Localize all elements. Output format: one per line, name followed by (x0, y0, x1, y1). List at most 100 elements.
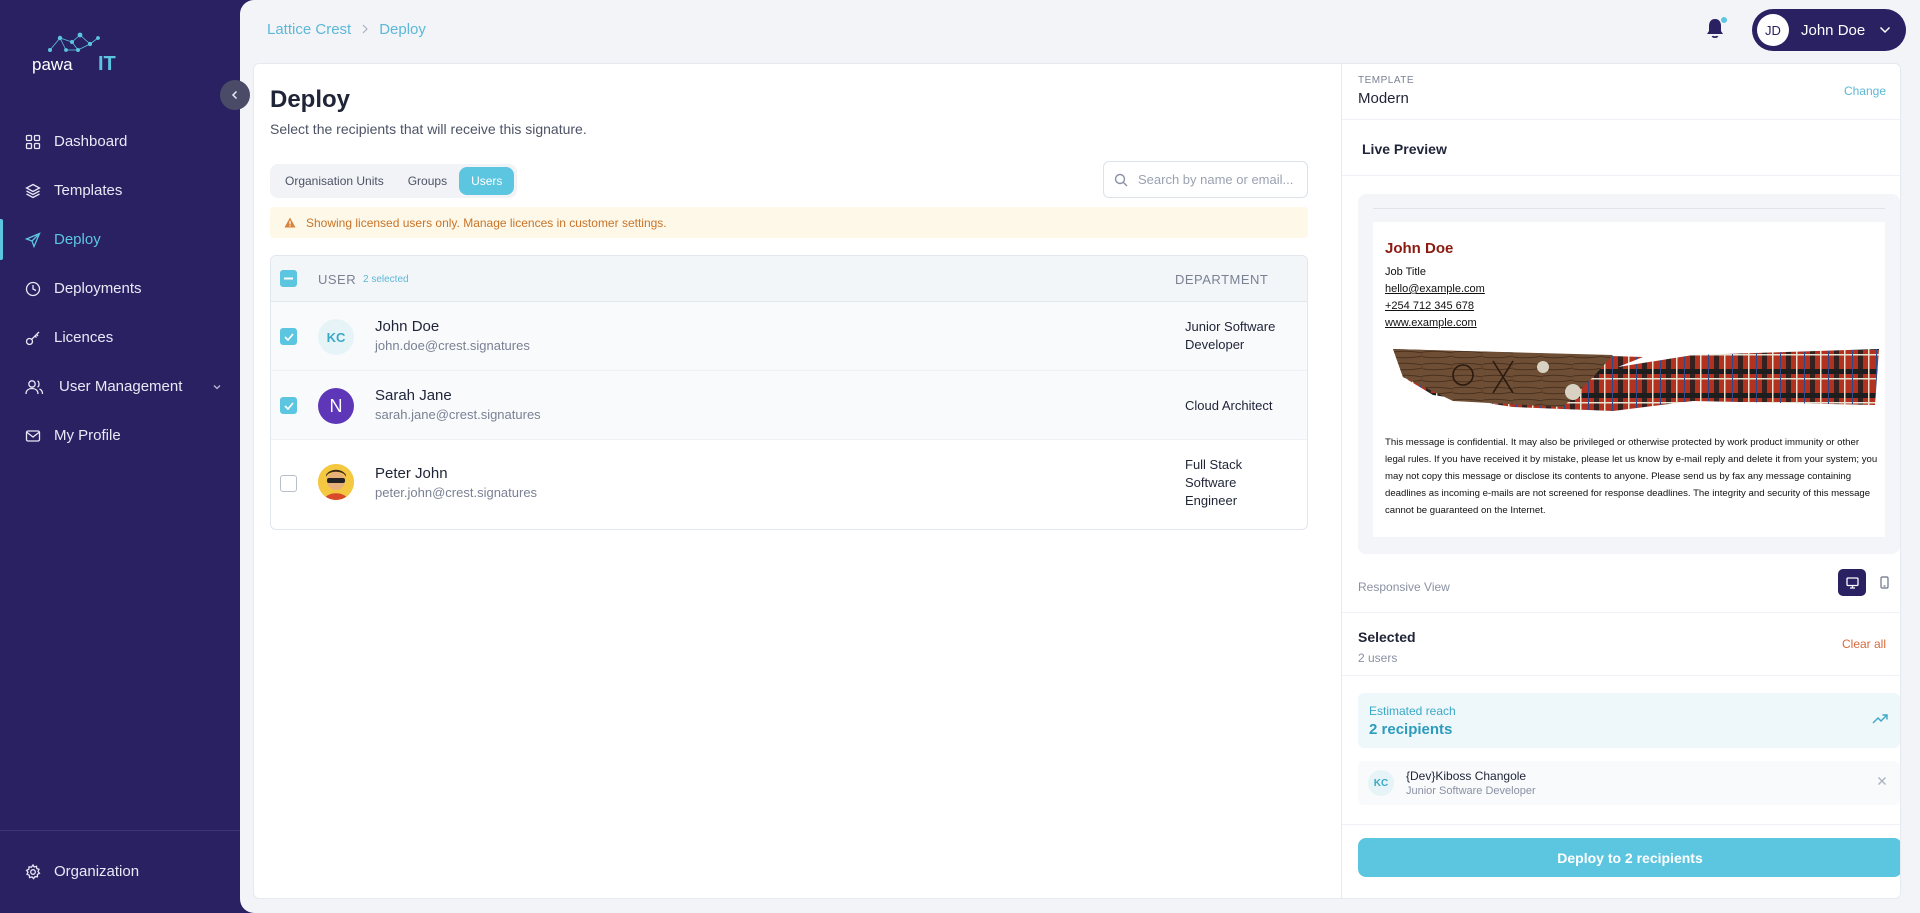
alert-text: Showing licensed users only. Manage lice… (306, 215, 667, 230)
sidebar-item-dashboard[interactable]: Dashboard (0, 117, 240, 166)
chevron-down-icon (1878, 23, 1892, 42)
sidebar-item-deployments[interactable]: Deployments (0, 264, 240, 313)
user-email: john.doe@crest.signatures (375, 338, 530, 353)
search-box (1103, 161, 1308, 198)
row-checkbox[interactable] (280, 397, 297, 414)
avatar (318, 464, 354, 500)
row-checkbox[interactable] (280, 475, 297, 492)
close-icon[interactable] (1876, 775, 1888, 787)
table-header: USER 2 selected DEPARTMENT (271, 256, 1307, 302)
tab-organisation-units[interactable]: Organisation Units (273, 167, 396, 195)
chevron-down-icon (212, 379, 222, 396)
divider (1373, 208, 1885, 209)
deploy-button[interactable]: Deploy to 2 recipients (1358, 838, 1900, 877)
selected-header: Selected 2 users Clear all (1342, 612, 1900, 676)
check-icon (283, 401, 294, 410)
recipient-role: Junior Software Developer (1406, 785, 1536, 797)
users-table: USER 2 selected DEPARTMENT KC John Doe j… (270, 255, 1308, 530)
recipient-name: {Dev}Kiboss Changole (1406, 769, 1527, 783)
sidebar-item-label: Templates (54, 182, 123, 199)
selected-users-count: 2 users (1358, 651, 1398, 665)
pawait-logo[interactable]: pawa IT (30, 30, 130, 75)
signature-name: John Doe (1385, 240, 1454, 257)
user-department: Full Stack Software Engineer (1185, 457, 1243, 508)
table-row[interactable]: Peter John peter.john@crest.signatures F… (271, 440, 1307, 527)
check-icon (283, 332, 294, 341)
user-department: Junior Software Developer (1185, 319, 1276, 352)
signature-preview-frame: John Doe Job Title hello@example.com +25… (1358, 194, 1900, 554)
user-department: Cloud Architect (1185, 398, 1273, 413)
mail-icon (24, 427, 42, 445)
column-header-department[interactable]: DEPARTMENT (1175, 272, 1268, 287)
avatar: KC (1368, 770, 1394, 796)
chevron-right-icon (361, 21, 369, 38)
column-header-user[interactable]: USER (318, 272, 356, 287)
sidebar-item-user-management[interactable]: User Management (0, 362, 240, 411)
user-name: Sarah Jane (375, 387, 452, 404)
breadcrumb-item-organization[interactable]: Lattice Crest (267, 21, 351, 38)
monitor-icon (1845, 576, 1859, 589)
user-name: John Doe (1801, 21, 1866, 39)
search-icon (1114, 173, 1128, 186)
users-icon (24, 378, 44, 396)
mobile-view-button[interactable] (1870, 569, 1898, 596)
collapse-sidebar-button[interactable] (220, 80, 250, 110)
preview-panel: TEMPLATE Modern Change Live Preview John… (1342, 64, 1900, 898)
selected-title: Selected (1358, 629, 1416, 645)
signature-phone-link[interactable]: +254 712 345 678 (1385, 300, 1474, 312)
avatar: N (318, 388, 354, 424)
live-preview-header: Live Preview (1342, 119, 1900, 176)
table-row[interactable]: KC John Doe john.doe@crest.signatures Ju… (271, 302, 1307, 371)
sidebar-item-organization[interactable]: Organization (0, 847, 240, 896)
phone-icon (1879, 576, 1889, 589)
avatar: JD (1757, 14, 1789, 46)
breadcrumb: Lattice Crest Deploy (267, 21, 426, 38)
tab-groups[interactable]: Groups (396, 167, 459, 195)
sidebar-item-label: Deployments (54, 280, 142, 297)
sidebar-item-label: Licences (54, 329, 114, 346)
table-row[interactable]: N Sarah Jane sarah.jane@crest.signatures… (271, 371, 1307, 440)
key-icon (24, 329, 42, 347)
signature-email-link[interactable]: hello@example.com (1385, 283, 1485, 295)
sidebar-item-deploy[interactable]: Deploy (0, 215, 240, 264)
svg-text:pawa: pawa (32, 55, 73, 74)
signature-website-link[interactable]: www.example.com (1385, 317, 1477, 329)
live-preview-title: Live Preview (1362, 141, 1447, 157)
change-template-link[interactable]: Change (1844, 84, 1886, 98)
sidebar: pawa IT Dashboard Templates Deploy Deplo… (0, 0, 250, 913)
sidebar-item-templates[interactable]: Templates (0, 166, 240, 215)
selected-count-badge: 2 selected (363, 274, 409, 285)
grid-icon (24, 133, 42, 151)
search-input[interactable] (1138, 172, 1303, 187)
selected-recipient-item: KC {Dev}Kiboss Changole Junior Software … (1358, 761, 1900, 805)
warning-icon (284, 217, 296, 228)
deploy-card: Deploy Select the recipients that will r… (253, 63, 1901, 899)
recipients-section: Deploy Select the recipients that will r… (254, 64, 1342, 898)
recipient-type-tabs: Organisation Units Groups Users (270, 164, 518, 198)
template-label: TEMPLATE (1358, 75, 1415, 86)
signature-disclaimer: This message is confidential. It may als… (1385, 437, 1878, 516)
clear-all-button[interactable]: Clear all (1842, 637, 1886, 651)
user-email: sarah.jane@crest.signatures (375, 407, 541, 422)
sidebar-item-licences[interactable]: Licences (0, 313, 240, 362)
desktop-view-button[interactable] (1838, 569, 1866, 596)
page-title: Deploy (270, 86, 351, 113)
user-menu-button[interactable]: JD John Doe (1752, 9, 1906, 51)
row-checkbox[interactable] (280, 328, 297, 345)
clock-icon (24, 280, 42, 298)
breadcrumb-item-current[interactable]: Deploy (379, 21, 426, 38)
estimated-reach-value: 2 recipients (1369, 721, 1453, 738)
notification-badge (1720, 16, 1728, 24)
layers-icon (24, 182, 42, 200)
select-all-checkbox[interactable] (280, 270, 297, 287)
deploy-action-bar: Deploy to 2 recipients (1342, 824, 1900, 898)
svg-text:IT: IT (98, 53, 116, 75)
send-icon (24, 231, 42, 249)
notifications-button[interactable] (1705, 16, 1728, 41)
tab-users[interactable]: Users (459, 167, 515, 195)
signature-preview: John Doe Job Title hello@example.com +25… (1373, 222, 1885, 537)
responsive-view-label: Responsive View (1358, 580, 1450, 594)
sidebar-item-my-profile[interactable]: My Profile (0, 411, 240, 460)
main-area: Lattice Crest Deploy JD John Doe Deploy … (240, 0, 1920, 913)
sidebar-item-label: Dashboard (54, 133, 128, 150)
